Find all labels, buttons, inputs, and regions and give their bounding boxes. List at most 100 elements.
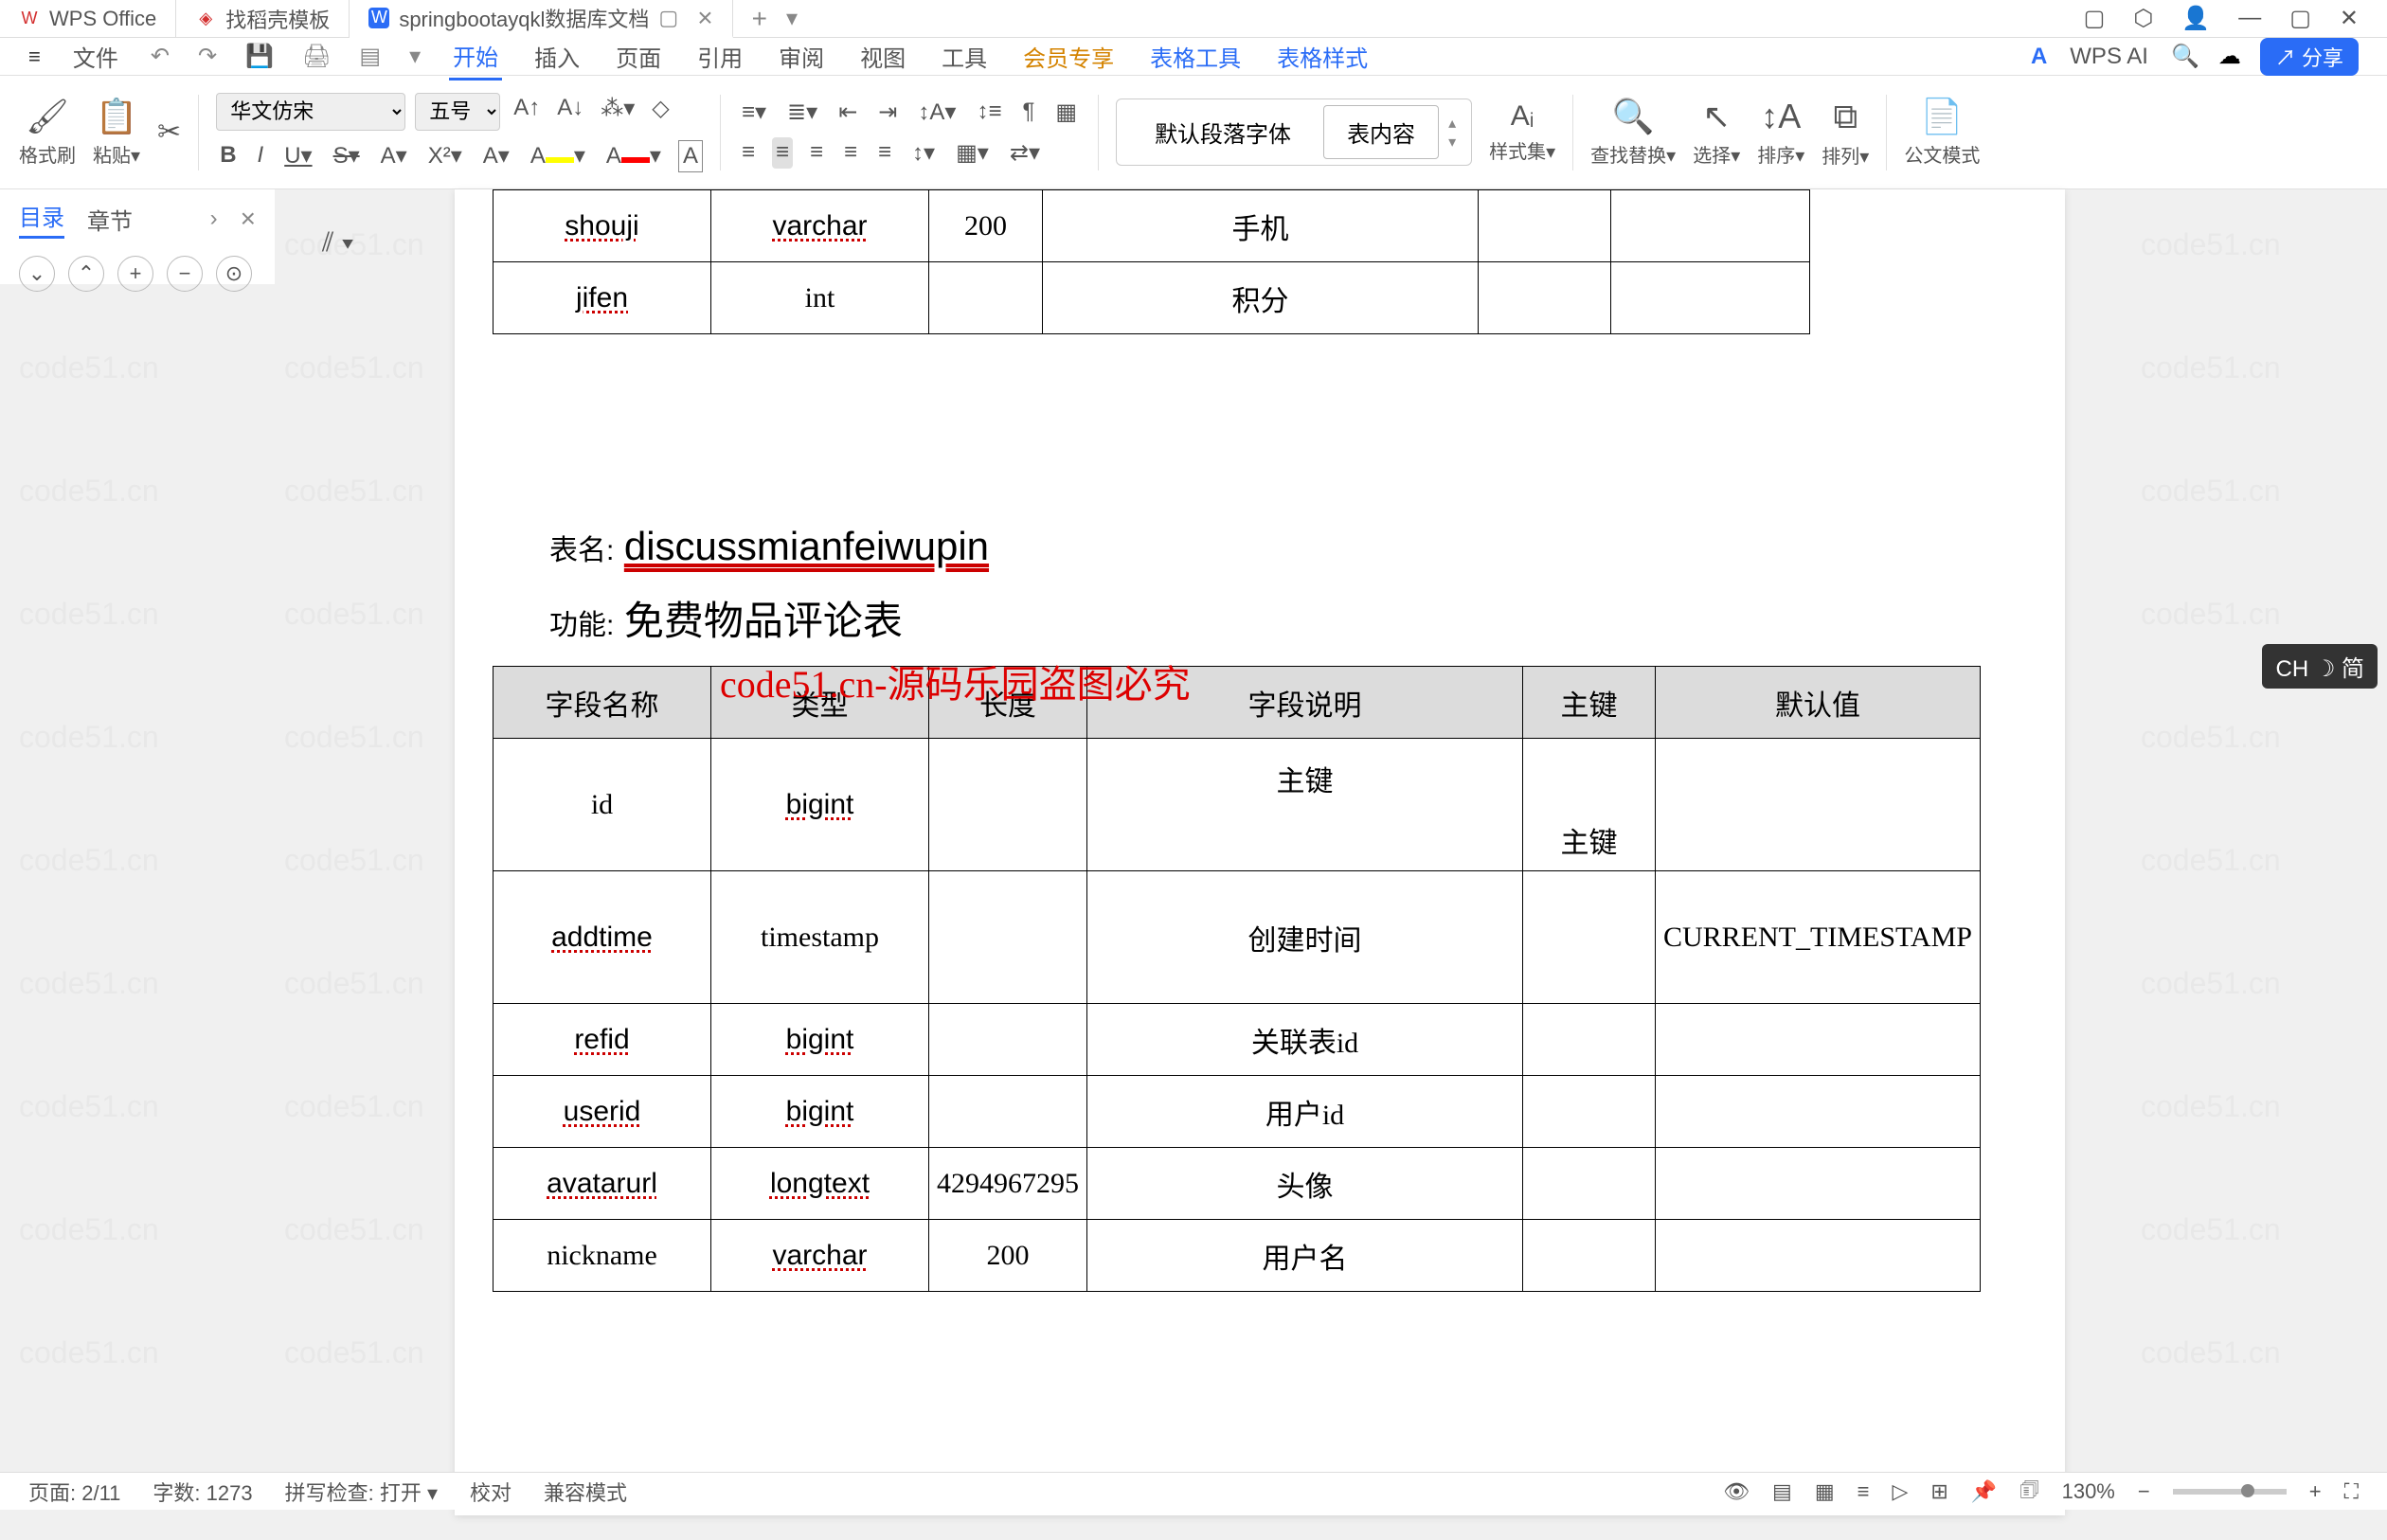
ime-badge[interactable]: CH ☽ 简 [2262, 644, 2378, 689]
nav-up-button[interactable]: ⌃ [68, 256, 104, 292]
menu-ref[interactable]: 引用 [693, 34, 746, 79]
menu-tools[interactable]: 工具 [938, 34, 991, 79]
strike-button[interactable]: S▾ [330, 140, 364, 172]
view-print-icon[interactable]: ▤ [1772, 1479, 1792, 1504]
nav-add-button[interactable]: + [117, 256, 153, 292]
tab-menu-icon[interactable]: ▾ [786, 5, 798, 32]
zoom-slider[interactable] [2173, 1489, 2287, 1495]
font-color-button[interactable]: A▾ [479, 140, 513, 172]
font-box-button[interactable]: A [678, 140, 703, 172]
grid-icon[interactable]: ⊞ [1930, 1479, 1947, 1504]
search-icon[interactable]: 🔍 [2171, 43, 2199, 70]
bullets-button[interactable]: ≡▾ [738, 97, 770, 128]
status-spell[interactable]: 拼写检查: 打开 ▾ [285, 1477, 438, 1507]
align-center-button[interactable]: ≡ [772, 137, 793, 169]
border-button[interactable]: ▦ [1051, 97, 1081, 128]
menu-table-tools[interactable]: 表格工具 [1146, 34, 1245, 79]
indent-inc-button[interactable]: ⇥ [874, 97, 901, 128]
status-proof[interactable]: 校对 [470, 1477, 512, 1507]
redo-icon[interactable]: ↷ [198, 43, 217, 70]
nav-settings-button[interactable]: ⊙ [216, 256, 252, 292]
fullscreen-icon[interactable]: ⛶ [2344, 1479, 2359, 1504]
arrange-button[interactable]: ⧉ 排列▾ [1822, 97, 1869, 169]
style-up-icon[interactable]: ▴ [1448, 114, 1456, 133]
shading-button[interactable]: ▦▾ [952, 137, 993, 169]
view-read-icon[interactable]: 👁 [1723, 1479, 1750, 1504]
nav-down-button[interactable]: ⌄ [19, 256, 55, 292]
status-words[interactable]: 字数: 1273 [153, 1477, 252, 1507]
align-right-button[interactable]: ≡ [806, 137, 827, 169]
preview-icon[interactable]: ▤ [359, 43, 381, 70]
cut-button[interactable]: ✂ [157, 116, 181, 149]
style-table-content[interactable]: 表内容 [1323, 105, 1439, 159]
menu-view[interactable]: 视图 [856, 34, 909, 79]
zoom-in-button[interactable]: + [2309, 1479, 2322, 1504]
clip-icon[interactable]: 🗊 [2019, 1474, 2038, 1510]
cloud-icon[interactable]: ☁ [2218, 43, 2241, 70]
avatar-icon[interactable]: 👤 [2181, 5, 2210, 32]
nav-expand-icon[interactable]: › [210, 206, 218, 232]
align-left-button[interactable]: ≡ [738, 137, 759, 169]
status-page[interactable]: 页面: 2/11 [28, 1477, 120, 1507]
cube-icon[interactable]: ⬡ [2133, 5, 2153, 32]
line-space-button[interactable]: ↕≡ [973, 97, 1005, 128]
print-icon[interactable]: 🖨 [302, 43, 331, 70]
italic-button[interactable]: I [254, 140, 268, 172]
style-down-icon[interactable]: ▾ [1448, 133, 1456, 152]
menu-wpsai[interactable]: WPS AI [2066, 38, 2152, 76]
save-icon[interactable]: 💾 [245, 43, 274, 70]
nav-minus-button[interactable]: − [167, 256, 203, 292]
top-table[interactable]: shouji varchar 200 手机 jifen int 积分 [493, 189, 1810, 334]
super-icon[interactable]: X²▾ [424, 140, 466, 172]
sort-button[interactable]: ↕A 排序▾ [1757, 97, 1804, 168]
new-tab-button[interactable]: + [752, 4, 767, 34]
align-justify-button[interactable]: ≡ [840, 137, 861, 169]
menu-start[interactable]: 开始 [449, 33, 502, 81]
tabs-button[interactable]: ⇄▾ [1006, 137, 1044, 169]
tab-template[interactable]: ◈ 找稻壳模板 [176, 0, 350, 38]
close-tab-icon[interactable]: × [697, 5, 712, 31]
find-replace-button[interactable]: 🔍 查找替换▾ [1590, 97, 1676, 168]
hamburger-icon[interactable]: ≡ [28, 45, 41, 69]
font-size-select[interactable]: 五号 [415, 93, 500, 131]
format-brush-group[interactable]: 🖌 格式刷 [19, 97, 76, 168]
schema-table[interactable]: 字段名称 类型 长度 字段说明 主键 默认值 id bigint 主键 主键 a… [493, 666, 1981, 1292]
font-settings-icon[interactable]: ⁂▾ [597, 93, 638, 131]
line-spacing-button[interactable]: ↕▾ [908, 137, 939, 169]
presentation-icon[interactable]: ▢ [658, 6, 678, 30]
status-compat[interactable]: 兼容模式 [544, 1477, 627, 1507]
font-grow-icon[interactable]: A↑ [510, 93, 544, 131]
menu-page[interactable]: 页面 [612, 34, 665, 79]
underline-button[interactable]: U▾ [280, 140, 315, 172]
maximize-button[interactable]: ▢ [2289, 5, 2311, 32]
nav-directory-tab[interactable]: 目录 [19, 199, 64, 239]
zoom-label[interactable]: 130% [2062, 1479, 2115, 1504]
pin-icon[interactable]: 📌 [1971, 1479, 1997, 1504]
style-default-para[interactable]: 默认段落字体 [1132, 106, 1314, 158]
view-web-icon[interactable]: ▦ [1815, 1479, 1835, 1504]
page-tag-icon[interactable]: ⫽ ▾ [322, 227, 354, 259]
style-gallery[interactable]: 默认段落字体 表内容 ▴▾ [1116, 98, 1472, 166]
styles-button[interactable]: Aᵢ 样式集▾ [1489, 100, 1555, 164]
nav-section-tab[interactable]: 章节 [87, 203, 133, 236]
zoom-out-button[interactable]: − [2138, 1479, 2150, 1504]
clear-format-icon[interactable]: ◇ [648, 93, 673, 131]
doc-mode-button[interactable]: 📄 公文模式 [1904, 97, 1980, 168]
font-shrink-icon[interactable]: A↓ [553, 93, 587, 131]
tab-document[interactable]: W springbootayqkl数据库文档 ▢ × [350, 0, 732, 38]
superscript-button[interactable]: A▾ [377, 140, 411, 172]
screenshot-icon[interactable]: ▢ [2084, 5, 2106, 32]
align-dist-button[interactable]: ≡ [874, 137, 895, 169]
play-icon[interactable]: ▷ [1892, 1479, 1908, 1504]
text-color-button[interactable]: A▾ [602, 140, 665, 172]
menu-review[interactable]: 审阅 [775, 34, 828, 79]
nav-close-icon[interactable]: × [241, 204, 256, 234]
select-button[interactable]: ↖ 选择▾ [1693, 97, 1740, 168]
undo-icon[interactable]: ↶ [151, 43, 170, 70]
menu-table-style[interactable]: 表格样式 [1273, 34, 1372, 79]
tab-wps-office[interactable]: W WPS Office [0, 0, 176, 38]
dropdown-icon[interactable]: ▾ [409, 43, 421, 70]
share-button[interactable]: ↗ 分享 [2260, 38, 2359, 76]
indent-dec-button[interactable]: ⇤ [835, 97, 861, 128]
view-outline-icon[interactable]: ≡ [1858, 1479, 1870, 1504]
